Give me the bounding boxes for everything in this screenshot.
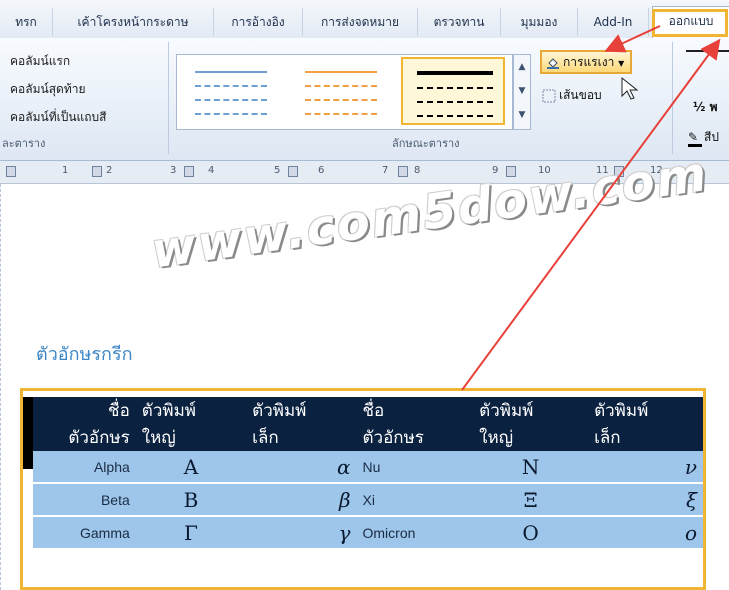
pen-icon: ✎ [688,130,702,147]
uppercase-letter[interactable]: Ο [473,516,589,550]
ruler-marker[interactable] [398,166,408,177]
borders-icon [542,89,556,102]
uppercase-letter[interactable]: Γ [135,516,247,550]
table-style-blue-dashed[interactable] [185,61,277,121]
uppercase-letter[interactable]: Ξ [473,483,589,517]
gallery-more-icon[interactable]: ▼ [514,103,530,127]
last-column-option[interactable]: คอลัมน์สุดท้าย [10,80,86,99]
uppercase-letter[interactable]: Β [135,483,247,517]
lowercase-letter[interactable]: ο [588,516,703,550]
lowercase-letter[interactable]: ξ [588,483,703,517]
lowercase-letter[interactable]: ν [588,451,703,484]
table-left-edge [23,397,33,469]
tab-design[interactable]: ออกแบบ [652,6,729,38]
pen-color-label: สีป [704,130,719,144]
greek-table: ชื่อ ตัวอักษร ตัวพิมพ์ ใหญ่ ตัวพิมพ์ เล็ก ช… [33,397,703,550]
group-separator [168,42,169,154]
chevron-down-icon: ▼ [618,59,625,68]
letter-name[interactable]: Nu [356,451,474,484]
ribbon-tab-bar: ทรก เค้าโครงหน้ากระดาษ การอ้างอิง การส่ง… [0,0,729,39]
table-style-orange-dashed[interactable] [295,61,387,121]
header-uppercase-2[interactable]: ตัวพิมพ์ ใหญ่ [473,397,589,451]
lowercase-letter[interactable]: γ [246,516,357,550]
shading-button[interactable]: การแรเงา ▼ [540,50,633,74]
greek-letter-table[interactable]: ชื่อ ตัวอักษร ตัวพิมพ์ ใหญ่ ตัวพิมพ์ เล็ก ช… [20,388,706,590]
ruler-number: 6 [318,165,325,176]
ruler-marker[interactable] [184,166,194,177]
table-row: Gamma Γ γ Omicron Ο ο [33,516,703,550]
ruler-number: 1 [62,165,69,176]
banded-columns-option[interactable]: คอลัมน์ที่เป็นแถบสี [10,108,106,127]
tab-mailings[interactable]: การส่งจดหมาย [303,8,418,36]
pen-color[interactable]: ✎ สีป [688,128,719,147]
lowercase-letter[interactable]: β [246,483,357,517]
paint-bucket-icon [547,57,559,69]
first-column-option[interactable]: คอลัมน์แรก [10,52,70,71]
lowercase-letter[interactable]: α [246,451,357,484]
letter-name[interactable]: Beta [33,483,136,517]
letter-name[interactable]: Xi [356,483,474,517]
header-name[interactable]: ชื่อ ตัวอักษร [33,397,136,451]
tab-view[interactable]: มุมมอง [501,8,578,36]
header-lowercase[interactable]: ตัวพิมพ์ เล็ก [246,397,357,451]
tab-page-layout[interactable]: เค้าโครงหน้ากระดาษ [53,8,214,36]
table-styles-gallery [176,54,513,130]
shading-label: การแรเงา [563,55,615,69]
table-styles-group-label: ลักษณะตาราง [392,137,460,150]
table-header-row: ชื่อ ตัวอักษร ตัวพิมพ์ ใหญ่ ตัวพิมพ์ เล็ก ช… [33,397,703,451]
tab-insert[interactable]: ทรก [0,8,53,36]
ruler-marker[interactable] [92,166,102,177]
header-lowercase-2[interactable]: ตัวพิมพ์ เล็ก [588,397,703,451]
tab-references[interactable]: การอ้างอิง [214,8,303,36]
pen-weight[interactable]: ½ พ [693,98,718,117]
table-style-black-selected[interactable] [401,57,505,125]
pen-style-line[interactable] [686,50,729,52]
header-name-2[interactable]: ชื่อ ตัวอักษร [356,397,474,451]
ruler-marker[interactable] [6,166,16,177]
borders-label: เส้นขอบ [559,88,602,102]
ruler-marker[interactable] [288,166,298,177]
gallery-up-icon[interactable]: ▲ [514,55,530,79]
group-separator [672,42,673,154]
gallery-scroll: ▲ ▼ ▼ [513,54,531,130]
ribbon-panel: คอลัมน์แรก คอลัมน์สุดท้าย คอลัมน์ที่เป็น… [0,38,729,161]
mouse-cursor-icon [621,76,639,100]
ruler-number: 3 [170,165,177,176]
tab-add-ins[interactable]: Add-In [578,8,649,36]
style-options-group-label: ละตาราง [2,137,46,150]
borders-button[interactable]: เส้นขอบ [542,86,602,105]
letter-name[interactable]: Omicron [356,516,474,550]
ruler-number: 2 [106,165,113,176]
ruler-number: 5 [274,165,281,176]
ruler-number: 8 [414,165,421,176]
table-row: Alpha Α α Nu Ν ν [33,451,703,484]
table-row: Beta Β β Xi Ξ ξ [33,483,703,517]
uppercase-letter[interactable]: Α [135,451,247,484]
ruler-number: 4 [208,165,215,176]
uppercase-letter[interactable]: Ν [473,451,589,484]
header-uppercase[interactable]: ตัวพิมพ์ ใหญ่ [135,397,247,451]
tab-review[interactable]: ตรวจทาน [418,8,501,36]
letter-name[interactable]: Gamma [33,516,136,550]
gallery-down-icon[interactable]: ▼ [514,79,530,103]
letter-name[interactable]: Alpha [33,451,136,484]
document-heading[interactable]: ตัวอักษรกรีก [36,339,133,368]
ruler-number: 7 [382,165,389,176]
